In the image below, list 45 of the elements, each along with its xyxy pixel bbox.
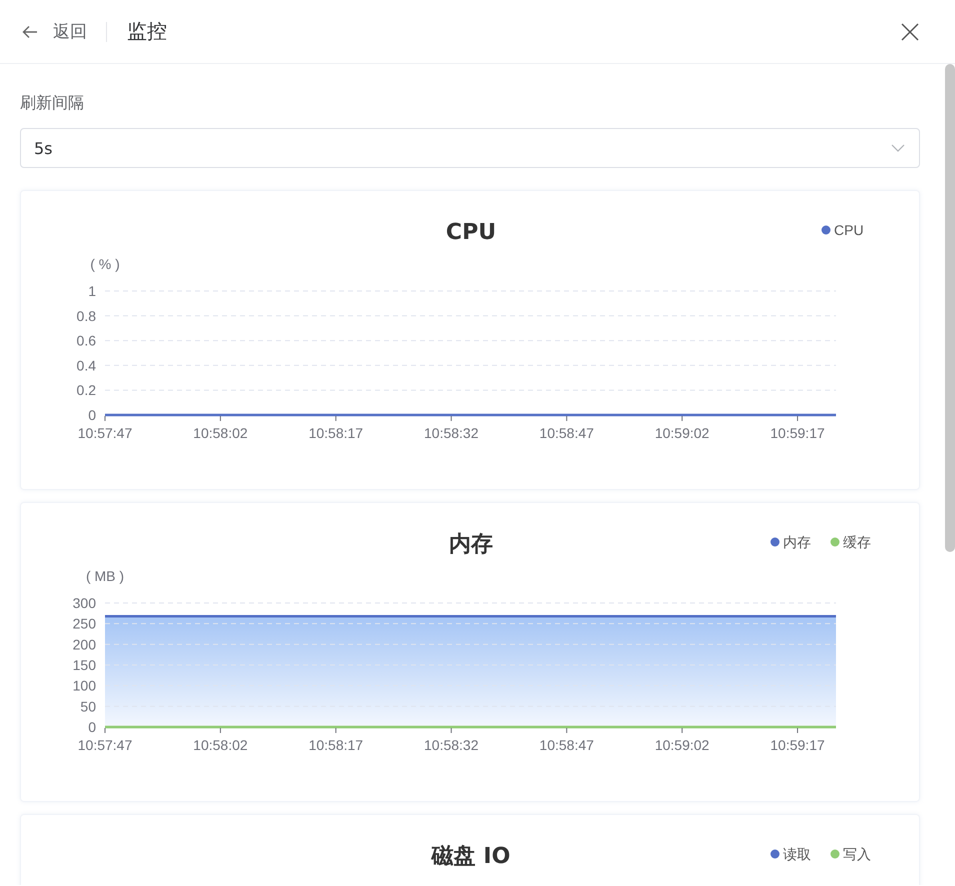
x-tick-label: 10:58:47 <box>539 425 594 441</box>
x-tick-label: 10:58:47 <box>539 737 594 753</box>
y-tick-label: 0 <box>88 719 96 735</box>
x-tick-label: 10:58:17 <box>308 737 364 753</box>
chart-title: 内存 <box>449 532 493 557</box>
y-tick-label: 100 <box>72 678 96 694</box>
chart-title: 磁盘 IO <box>432 844 510 869</box>
axis-unit-label: ( MB ) <box>86 568 124 584</box>
y-tick-label: 1 <box>88 283 96 299</box>
legend-label[interactable]: 内存 <box>783 534 811 550</box>
legend-label[interactable]: 读取 <box>783 846 811 862</box>
x-tick-label: 10:59:02 <box>654 425 710 441</box>
back-button[interactable]: 返回 <box>22 20 87 43</box>
x-tick-label: 10:59:17 <box>770 737 825 753</box>
y-tick-label: 300 <box>72 595 96 611</box>
legend-label[interactable]: 缓存 <box>843 534 871 550</box>
x-tick-label: 10:58:02 <box>193 425 248 441</box>
scrollbar-thumb[interactable] <box>945 64 955 552</box>
chart-title: CPU <box>446 220 496 245</box>
back-arrow-icon <box>22 24 38 38</box>
x-tick-label: 10:59:17 <box>770 425 825 441</box>
y-tick-label: 0.6 <box>76 332 96 349</box>
x-tick-label: 10:58:32 <box>424 425 479 441</box>
x-tick-label: 10:58:17 <box>308 425 364 441</box>
y-tick-label: 250 <box>72 616 96 632</box>
interval-select[interactable]: 5s <box>20 128 920 168</box>
legend-label[interactable]: 写入 <box>843 846 871 862</box>
x-tick-label: 10:57:47 <box>78 425 132 441</box>
y-tick-label: 50 <box>80 698 96 714</box>
page-title: 监控 <box>127 18 167 45</box>
close-icon[interactable] <box>901 22 919 40</box>
y-tick-label: 0.4 <box>76 357 96 374</box>
x-tick-label: 10:58:32 <box>424 737 479 753</box>
chevron-down-icon <box>891 144 905 152</box>
x-tick-label: 10:59:02 <box>654 737 710 753</box>
y-tick-label: 150 <box>72 657 96 673</box>
y-tick-label: 0 <box>88 407 96 423</box>
y-tick-label: 200 <box>72 636 96 652</box>
y-tick-label: 0.2 <box>76 382 96 398</box>
y-tick-label: 0.8 <box>76 308 96 324</box>
axis-unit-label: ( % ) <box>90 256 120 272</box>
x-tick-label: 10:57:47 <box>78 737 132 753</box>
x-tick-label: 10:58:02 <box>193 737 248 753</box>
field-label: 刷新间隔 <box>20 92 85 114</box>
legend-label[interactable]: CPU <box>834 222 864 238</box>
